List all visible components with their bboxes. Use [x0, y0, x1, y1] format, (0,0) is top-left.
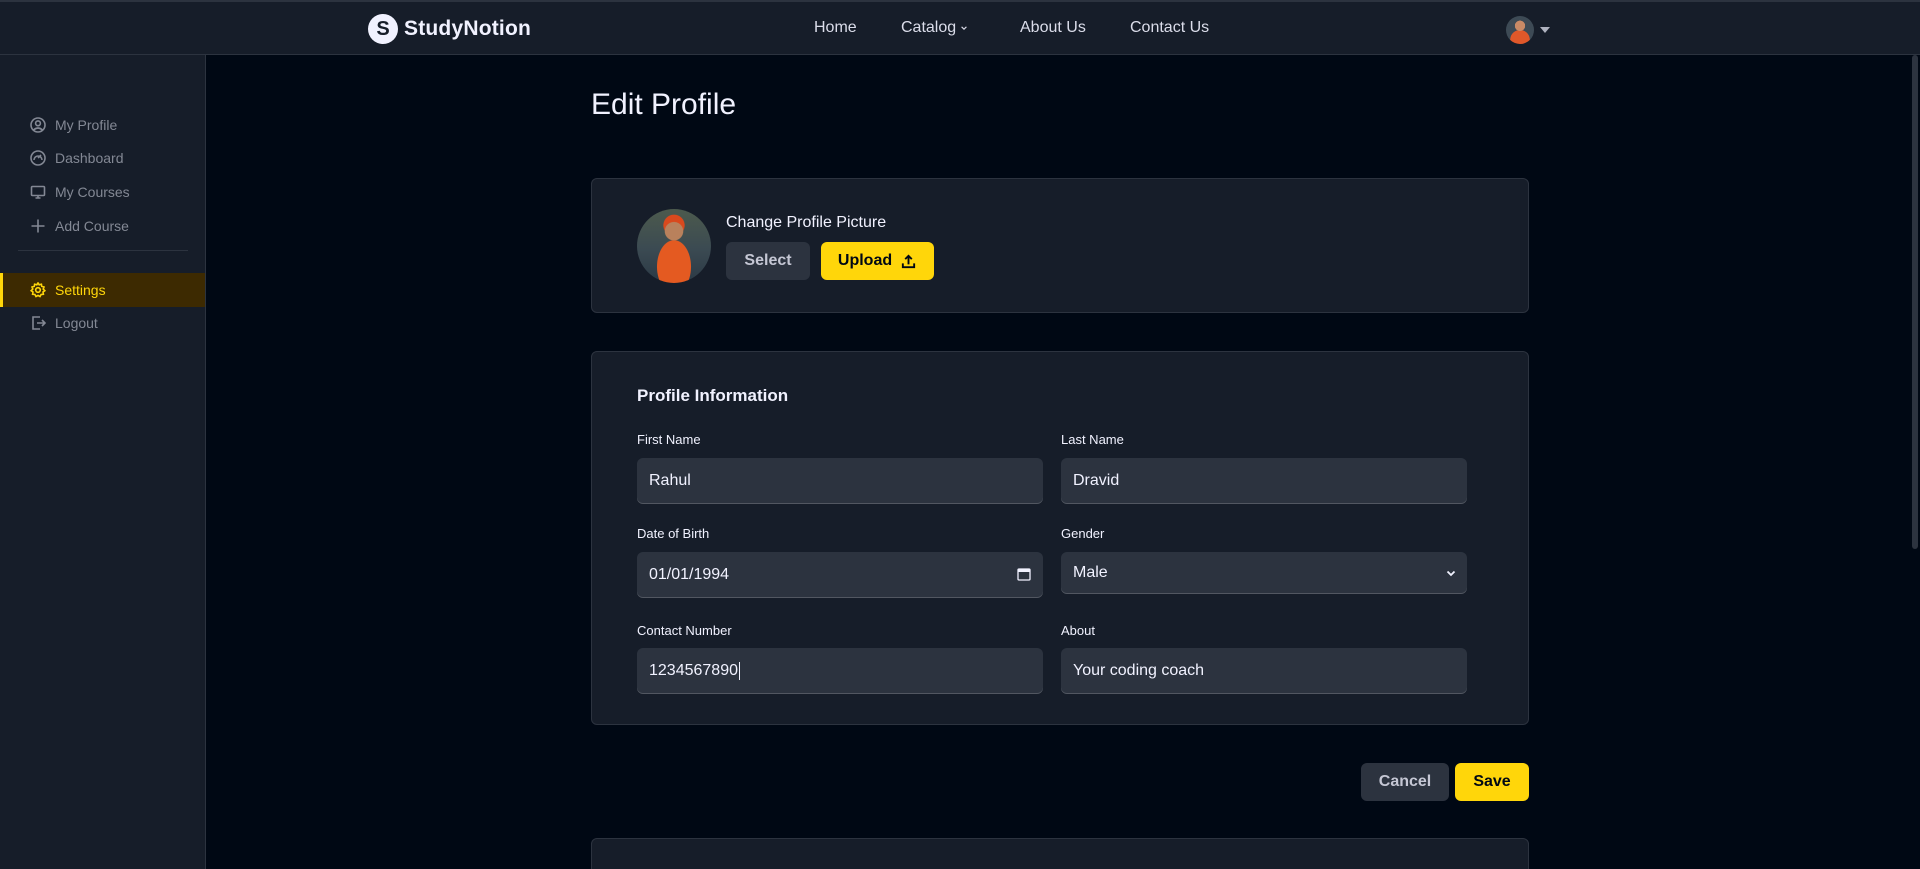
first-name-field[interactable]: Rahul: [637, 458, 1043, 504]
dob-label: Date of Birth: [637, 526, 710, 541]
profile-avatar: [637, 209, 711, 283]
about-value: Your coding coach: [1073, 662, 1205, 679]
dob-value: 01/01/1994: [649, 566, 730, 583]
page-title: Edit Profile: [591, 88, 737, 121]
nav-home-link[interactable]: Home: [814, 19, 857, 37]
page-scrollbar[interactable]: [1910, 55, 1920, 869]
plus-icon: [31, 219, 45, 233]
nav-contact-link[interactable]: Contact Us: [1130, 19, 1209, 37]
chevron-down-icon: [1446, 570, 1456, 577]
section-title: Profile Information: [637, 386, 789, 405]
nav-about-link[interactable]: About Us: [1020, 19, 1086, 37]
contact-number-field[interactable]: 1234567890: [637, 648, 1043, 694]
about-field[interactable]: Your coding coach: [1061, 648, 1467, 694]
contact-number-label: Contact Number: [637, 623, 732, 638]
caret-down-icon: [1540, 27, 1550, 33]
user-circle-icon: [30, 117, 46, 133]
change-picture-label: Change Profile Picture: [726, 214, 887, 231]
sidebar-item-settings[interactable]: Settings: [0, 273, 205, 307]
gender-select[interactable]: Male: [1061, 552, 1467, 594]
logo-mark: S: [368, 14, 398, 44]
sidebar-item-label: Logout: [55, 315, 98, 331]
upload-icon: [901, 253, 916, 268]
logout-icon: [32, 316, 46, 330]
profile-dropdown[interactable]: [1506, 16, 1550, 44]
nav-catalog-dropdown[interactable]: Catalog: [901, 19, 968, 37]
studynotion-logo[interactable]: S StudyNotion: [368, 14, 531, 44]
chevron-down-icon: [961, 26, 967, 30]
sidebar-item-dashboard[interactable]: Dashboard: [0, 141, 205, 175]
cancel-button[interactable]: Cancel: [1361, 763, 1449, 801]
sidebar: My Profile Dashboard My Courses Add Cour…: [0, 55, 206, 869]
profile-picture-card: Change Profile Picture Select Upload: [591, 178, 1529, 313]
sidebar-item-my-courses[interactable]: My Courses: [0, 175, 205, 209]
gear-icon: [30, 282, 46, 298]
save-button[interactable]: Save: [1455, 763, 1529, 801]
top-navbar: S StudyNotion Home Catalog About Us Cont…: [0, 0, 1920, 55]
next-section-card: [591, 838, 1529, 869]
last-name-field[interactable]: Dravid: [1061, 458, 1467, 504]
first-name-label: First Name: [637, 432, 701, 447]
text-cursor: [738, 662, 740, 680]
select-button[interactable]: Select: [726, 242, 810, 280]
dob-field[interactable]: 01/01/1994: [637, 552, 1043, 598]
nav-home-label: Home: [814, 19, 857, 36]
calendar-icon[interactable]: [1017, 567, 1031, 581]
about-label: About: [1061, 623, 1095, 638]
first-name-value: Rahul: [649, 472, 691, 489]
nav-contact-label: Contact Us: [1130, 19, 1210, 36]
upload-button-label: Upload: [837, 252, 893, 269]
monitor-icon: [30, 185, 46, 199]
contact-number-value: 1234567890: [649, 662, 738, 679]
sidebar-item-label: Settings: [55, 282, 106, 298]
gender-label: Gender: [1061, 526, 1105, 541]
gender-value: Male: [1073, 564, 1108, 581]
user-avatar: [1506, 16, 1534, 44]
sidebar-item-label: Add Course: [55, 218, 129, 234]
gauge-icon: [30, 150, 46, 166]
sidebar-item-label: My Profile: [55, 117, 118, 133]
profile-information-card: Profile Information First Name Rahul Las…: [591, 351, 1529, 725]
sidebar-item-my-profile[interactable]: My Profile: [0, 108, 205, 142]
sidebar-item-add-course[interactable]: Add Course: [0, 209, 205, 243]
sidebar-item-label: My Courses: [55, 184, 130, 200]
sidebar-divider: [18, 250, 188, 251]
logo-text: StudyNotion: [404, 17, 532, 40]
last-name-label: Last Name: [1061, 432, 1124, 447]
sidebar-item-label: Dashboard: [55, 150, 124, 166]
sidebar-item-logout[interactable]: Logout: [0, 306, 205, 340]
nav-about-label: About Us: [1020, 19, 1086, 36]
nav-catalog-label: Catalog: [901, 19, 957, 36]
last-name-value: Dravid: [1073, 472, 1120, 489]
upload-button[interactable]: Upload: [821, 242, 934, 280]
scrollbar-thumb[interactable]: [1912, 55, 1918, 549]
